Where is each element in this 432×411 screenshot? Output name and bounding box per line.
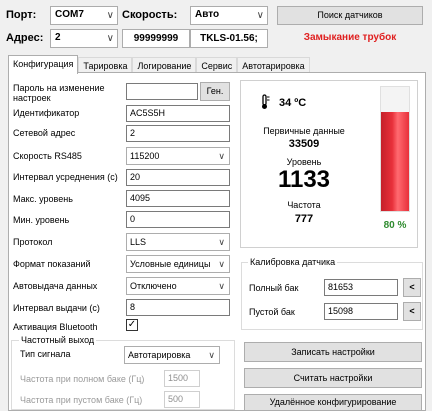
port-label: Порт: [6,9,37,21]
full-tank-label: Полный бак [249,283,299,293]
model-name: TKLS-01.56; [190,29,268,48]
min-level-label: Мин. уровень [13,215,70,225]
tab-service[interactable]: Сервис [196,57,238,73]
signal-type-label: Тип сигнала [20,349,71,359]
chevron-down-icon: ∨ [208,350,215,360]
empty-tank-label: Пустой бак [249,307,295,317]
chevron-down-icon: ∨ [218,259,225,269]
full-tank-freq-field[interactable]: 1500 [164,370,200,387]
frequency-label: Частота [287,200,321,210]
chevron-down-icon: ∨ [218,237,225,247]
empty-tank-freq-label: Частота при пустом баке (Гц) [20,395,143,405]
min-level-field[interactable]: 0 [126,211,230,228]
auto-output-select[interactable]: Отключено ∨ [126,277,230,295]
level-bar [380,86,410,212]
tab-configuration[interactable]: Конфигурация [8,55,79,74]
speed-value: Авто [195,9,220,20]
averaging-interval-field[interactable]: 20 [126,169,230,186]
empty-tank-freq-field[interactable]: 500 [164,391,200,408]
network-address-field[interactable]: 2 [126,125,230,142]
checkmark-icon: ✓ [127,319,137,330]
chevron-down-icon: ∨ [218,281,225,291]
auto-output-value: Отключено [130,281,177,291]
remote-config-button[interactable]: Удалённое конфигурирование [244,394,422,411]
identifier-field[interactable]: AC5S5H [126,105,230,122]
address-select[interactable]: 2 ∨ [50,29,118,48]
address-value: 2 [55,32,61,43]
format-value: Условные единицы [130,259,211,269]
primary-data-value: 33509 [288,138,320,150]
chevron-down-icon: ∨ [256,10,264,21]
format-label: Формат показаний [13,259,91,269]
password-label: Пароль на изменение настроек [13,83,105,103]
max-level-label: Макс. уровень [13,194,73,204]
set-full-tank-button[interactable]: < [403,278,421,297]
identifier-label: Идентификатор [13,108,80,118]
rs485-speed-select[interactable]: 115200 ∨ [126,147,230,165]
averaging-interval-label: Интервал усреднения (с) [13,172,118,182]
calibration-title: Калибровка датчика [248,257,338,267]
protocol-label: Протокол [13,237,53,247]
output-interval-label: Интервал выдачи (с) [13,303,100,313]
rs485-speed-label: Скорость RS485 [13,151,82,161]
auto-output-label: Автовыдача данных [13,281,98,291]
signal-type-select[interactable]: Автотарировка ∨ [124,346,220,364]
frequency-value: 777 [294,213,314,225]
empty-tank-field[interactable]: 15098 [324,303,398,320]
set-empty-tank-button[interactable]: < [403,302,421,321]
serial-number: 99999999 [122,29,190,48]
status-message: Замыкание трубок [303,32,397,43]
read-settings-button[interactable]: Считать настройки [244,368,422,388]
password-field[interactable] [126,83,198,100]
protocol-select[interactable]: LLS ∨ [126,233,230,251]
speed-label: Скорость: [122,9,178,21]
write-settings-button[interactable]: Записать настройки [244,342,422,362]
temperature-value: 34 ºC [279,97,307,109]
primary-data-label: Первичные данные [263,126,345,136]
chevron-down-icon: ∨ [106,33,114,44]
frequency-output-title: Частотный выход [19,335,97,345]
bluetooth-label: Активация Bluetooth [13,322,98,332]
protocol-value: LLS [130,237,147,247]
tab-calibration[interactable]: Тарировка [78,57,133,73]
full-tank-freq-label: Частота при полном баке (Гц) [20,374,145,384]
address-label: Адрес: [6,32,44,44]
chevron-down-icon: ∨ [218,151,225,161]
format-select[interactable]: Условные единицы ∨ [126,255,230,273]
port-select[interactable]: COM7 ∨ [50,6,118,25]
tab-bar: Конфигурация Тарировка Логирование Серви… [8,55,310,74]
tab-auto-calibration[interactable]: Автотарировка [237,57,310,73]
speed-select[interactable]: Авто ∨ [190,6,268,25]
bluetooth-checkbox[interactable]: ✓ [126,319,138,331]
tab-logging[interactable]: Логирование [132,57,197,73]
chevron-down-icon: ∨ [106,10,114,21]
generate-password-button[interactable]: Ген. [200,82,230,101]
level-value: 1133 [277,166,331,193]
full-tank-field[interactable]: 81653 [324,279,398,296]
output-interval-field[interactable]: 8 [126,299,230,316]
thermometer-icon [259,94,271,110]
max-level-field[interactable]: 4095 [126,190,230,207]
port-value: COM7 [55,9,84,20]
level-bar-fill [381,111,409,211]
network-address-label: Сетевой адрес [13,128,76,138]
rs485-speed-value: 115200 [130,151,160,161]
signal-type-value: Автотарировка [128,350,191,360]
search-sensors-button[interactable]: Поиск датчиков [277,6,423,25]
level-percent: 80 % [383,220,407,231]
